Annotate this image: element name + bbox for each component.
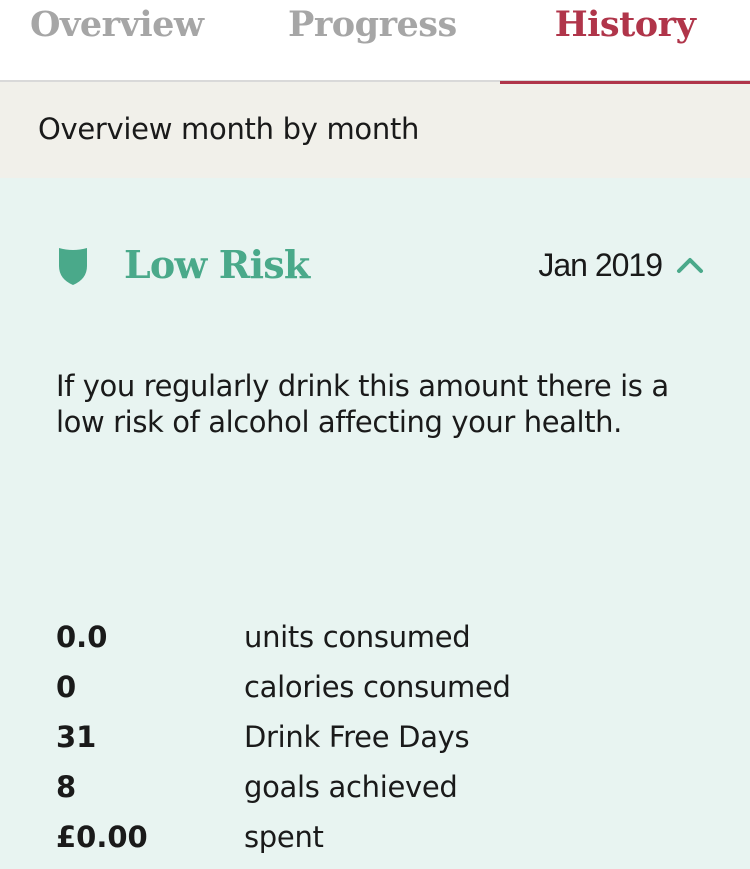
month-label: Jan 2019 — [538, 246, 663, 283]
section-title: Overview month by month — [38, 112, 420, 146]
risk-level-title: Low Risk — [124, 242, 310, 287]
tab-bar: Overview Progress History — [0, 0, 750, 84]
risk-header: Low Risk Jan 2019 — [56, 240, 704, 290]
stat-label: units consumed — [244, 620, 471, 654]
stat-value: 0 — [56, 670, 77, 704]
tab-progress[interactable]: Progress — [288, 4, 457, 80]
tab-overview[interactable]: Overview — [30, 4, 204, 80]
month-collapse-toggle[interactable]: Jan 2019 — [538, 240, 704, 290]
stat-value: 8 — [56, 770, 77, 804]
stat-label: spent — [244, 820, 324, 854]
stat-value: £0.00 — [56, 820, 148, 854]
tab-history[interactable]: History — [500, 4, 750, 84]
stat-label: calories consumed — [244, 670, 511, 704]
section-header: Overview month by month — [0, 82, 750, 178]
month-card: Low Risk Jan 2019 If you regularly drink… — [0, 178, 750, 869]
stat-label: Drink Free Days — [244, 720, 470, 754]
stat-value: 31 — [56, 720, 97, 754]
chevron-up-icon — [677, 258, 703, 273]
stat-label: goals achieved — [244, 770, 458, 804]
risk-description: If you regularly drink this amount there… — [56, 369, 669, 439]
shield-icon — [59, 248, 87, 285]
stat-value: 0.0 — [56, 620, 108, 654]
